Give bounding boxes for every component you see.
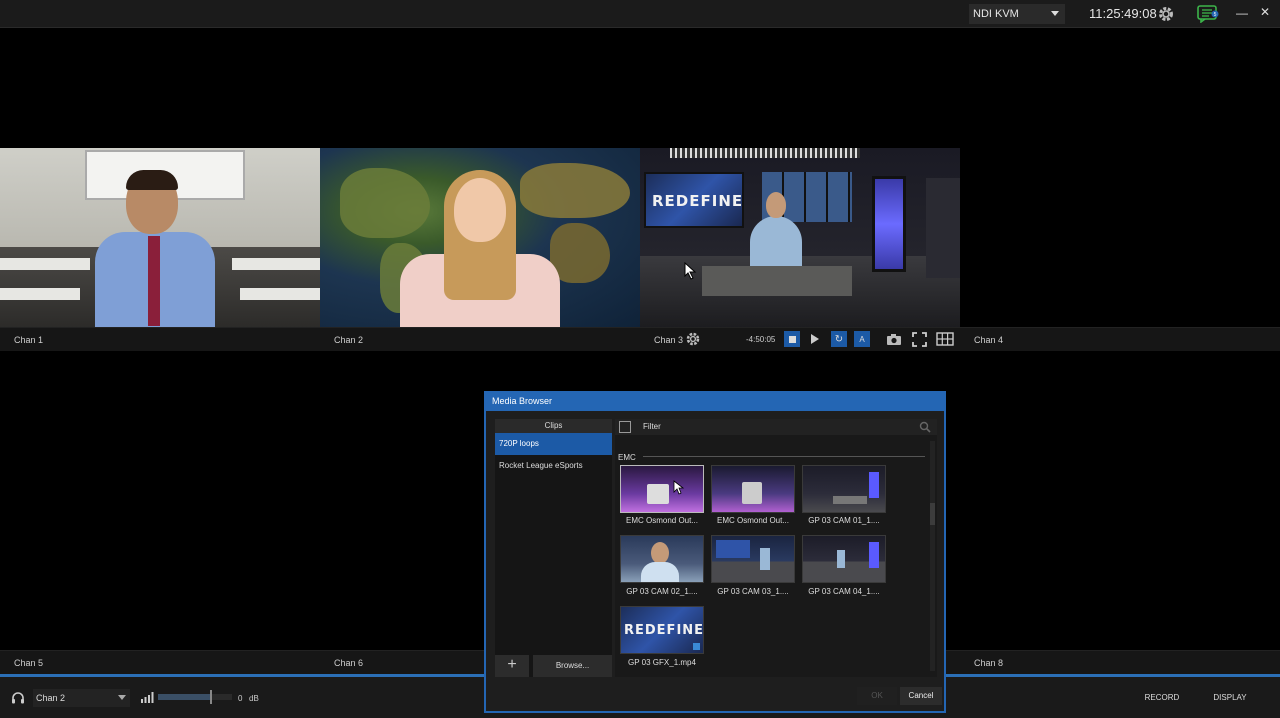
volume-unit: dB bbox=[249, 694, 259, 703]
auto-label: A bbox=[859, 334, 865, 344]
chan5-bar: Chan 5 bbox=[0, 650, 320, 674]
cancel-button[interactable]: Cancel bbox=[900, 687, 942, 705]
volume-value: 0 bbox=[238, 694, 243, 703]
source-selector[interactable]: NDI KVM bbox=[969, 4, 1065, 24]
media-thumbnail[interactable]: REDEFINE bbox=[620, 606, 704, 654]
display-button[interactable]: DISPLAY bbox=[1202, 686, 1258, 708]
classroom-desk bbox=[0, 258, 90, 270]
headphones-icon[interactable] bbox=[11, 691, 25, 704]
volume-fill bbox=[158, 694, 210, 700]
redefine-graphic: REDEFINE bbox=[624, 623, 704, 638]
media-thumbnail[interactable] bbox=[802, 535, 886, 583]
stop-button[interactable] bbox=[784, 331, 800, 347]
chan8-bar: Chan 8 bbox=[946, 650, 1280, 674]
chevron-down-icon bbox=[1051, 11, 1059, 16]
chat-badge: 5 bbox=[1214, 12, 1217, 18]
media-pane: Filter EMC EMC Osmond Out... EMC Osmond … bbox=[615, 419, 937, 677]
thumbnail-label: GP 03 CAM 02_1.... bbox=[626, 587, 698, 596]
redefine-graphic: REDEFINE bbox=[652, 192, 744, 210]
audio-source-select[interactable]: Chan 2 bbox=[33, 689, 130, 707]
dialog-title: Media Browser bbox=[486, 393, 944, 411]
clip-folder-item[interactable]: Rocket League eSports bbox=[495, 455, 612, 477]
clips-header: Clips bbox=[495, 419, 612, 433]
clips-pane: Clips 720P loops Rocket League eSports bbox=[495, 419, 612, 677]
chan1-label: Chan 1 bbox=[14, 334, 44, 345]
chan4-bar: Chan 4 bbox=[960, 327, 1280, 351]
filter-input[interactable]: Filter bbox=[643, 422, 661, 431]
play-icon bbox=[811, 334, 819, 344]
clip-folder-item[interactable]: 720P loops bbox=[495, 433, 612, 455]
chan6-bar: Chan 6 bbox=[320, 650, 484, 674]
mouse-cursor-icon bbox=[673, 480, 685, 495]
chan4-label: Chan 4 bbox=[974, 334, 1004, 345]
thumbnail-label: EMC Osmond Out... bbox=[625, 516, 699, 525]
purple-panel bbox=[872, 176, 906, 272]
media-thumbnail[interactable] bbox=[711, 535, 795, 583]
add-button[interactable]: + bbox=[495, 655, 529, 677]
classroom-desk bbox=[240, 288, 320, 300]
close-icon[interactable]: ✕ bbox=[1260, 5, 1270, 19]
fullscreen-icon[interactable] bbox=[912, 332, 927, 347]
gear-icon[interactable] bbox=[685, 331, 701, 347]
play-button[interactable] bbox=[807, 331, 823, 347]
classroom-desk bbox=[0, 288, 80, 300]
chan6-label: Chan 6 bbox=[334, 657, 364, 668]
group-label: EMC bbox=[618, 453, 636, 462]
filter-icon[interactable] bbox=[619, 421, 631, 433]
media-thumbnail[interactable] bbox=[620, 535, 704, 583]
media-browser-dialog: Media Browser Clips 720P loops Rocket Le… bbox=[484, 391, 946, 713]
media-thumbnail[interactable] bbox=[620, 465, 704, 513]
studio-lights bbox=[670, 148, 860, 158]
chan1-video[interactable] bbox=[0, 148, 320, 328]
chan2-label: Chan 2 bbox=[334, 334, 364, 345]
top-bar: NDI KVM 11:25:49:08 5 — ✕ bbox=[0, 0, 1280, 28]
record-label: RECORD bbox=[1144, 692, 1180, 702]
chan2-video[interactable] bbox=[320, 148, 640, 328]
ok-button[interactable]: OK bbox=[857, 687, 897, 705]
volume-slider[interactable] bbox=[158, 694, 232, 700]
chevron-down-icon bbox=[118, 695, 126, 700]
chat-icon[interactable]: 5 bbox=[1197, 5, 1219, 23]
group-divider bbox=[643, 456, 925, 457]
chan5-label: Chan 5 bbox=[14, 657, 44, 668]
scrollbar-thumb[interactable] bbox=[930, 503, 935, 525]
loop-button[interactable]: ↻ bbox=[831, 331, 847, 347]
thumbnail-label: GP 03 CAM 03_1.... bbox=[717, 587, 789, 596]
timecode: -4:50:05 bbox=[746, 335, 776, 344]
thumbnail-label: EMC Osmond Out... bbox=[716, 516, 790, 525]
anchor-desk bbox=[702, 266, 852, 296]
loop-icon: ↻ bbox=[834, 333, 844, 345]
filter-row: Filter bbox=[615, 419, 937, 435]
chan3-label: Chan 3 bbox=[654, 334, 684, 345]
grid-icon[interactable] bbox=[936, 332, 954, 346]
chan2-bar: Chan 2 bbox=[320, 327, 640, 351]
classroom-desk bbox=[232, 258, 320, 270]
browse-button[interactable]: Browse... bbox=[533, 655, 612, 677]
auto-button[interactable]: A bbox=[854, 331, 870, 347]
search-icon[interactable] bbox=[919, 421, 931, 433]
audio-source-value: Chan 2 bbox=[36, 693, 66, 703]
mouse-cursor-icon bbox=[684, 262, 697, 280]
studio-monitor: REDEFINE bbox=[644, 172, 744, 228]
thumbnail-label: GP 03 CAM 01_1.... bbox=[808, 516, 880, 525]
stop-icon bbox=[788, 335, 796, 343]
chan3-video[interactable]: REDEFINE bbox=[640, 148, 960, 328]
studio-equipment bbox=[926, 178, 960, 278]
camera-icon[interactable] bbox=[886, 333, 902, 346]
thumbnail-label: GP 03 GFX_1.mp4 bbox=[628, 658, 696, 667]
scrollbar[interactable] bbox=[930, 441, 935, 671]
record-button[interactable]: RECORD bbox=[1134, 686, 1190, 708]
volume-knob[interactable] bbox=[210, 690, 212, 704]
media-thumbnail[interactable] bbox=[802, 465, 886, 513]
source-selector-value: NDI KVM bbox=[973, 8, 1019, 20]
gear-icon[interactable] bbox=[1157, 5, 1175, 23]
thumbnail-label: GP 03 CAM 04_1.... bbox=[808, 587, 880, 596]
minimize-icon[interactable]: — bbox=[1236, 6, 1248, 20]
display-label: DISPLAY bbox=[1213, 692, 1247, 702]
clock: 11:25:49:08 bbox=[1089, 6, 1157, 21]
chan8-label: Chan 8 bbox=[974, 657, 1004, 668]
volume-bars-icon bbox=[141, 692, 154, 703]
media-thumbnail[interactable] bbox=[711, 465, 795, 513]
chan1-bar: Chan 1 bbox=[0, 327, 320, 351]
